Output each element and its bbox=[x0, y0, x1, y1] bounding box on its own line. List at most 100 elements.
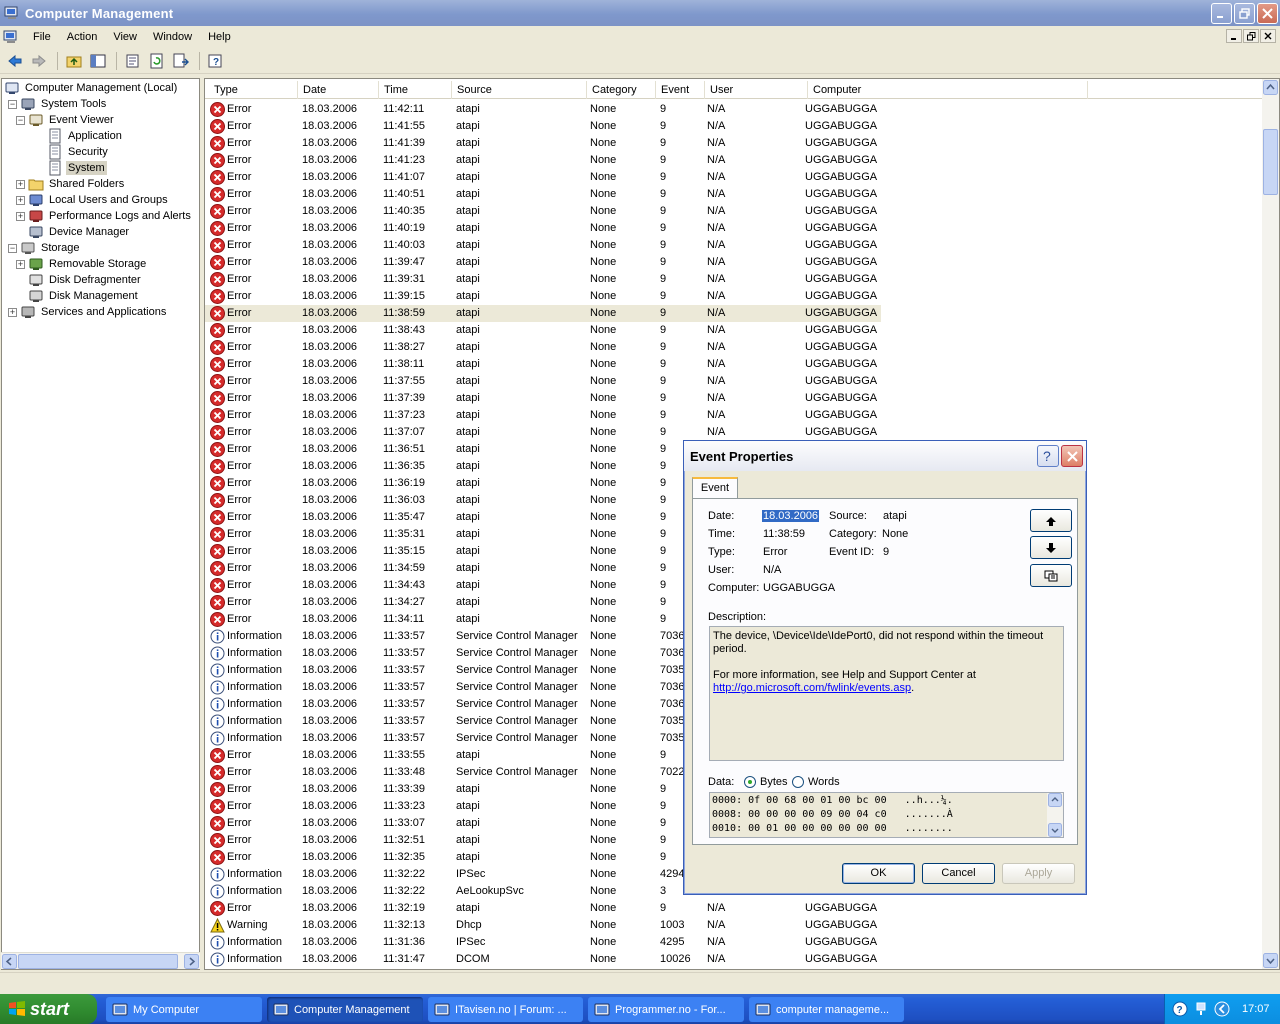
description-text[interactable]: The device, \Device\Ide\IdePort0, did no… bbox=[709, 626, 1064, 761]
network-tray-icon[interactable] bbox=[1194, 1001, 1208, 1017]
menu-window[interactable]: Window bbox=[145, 27, 200, 47]
menu-action[interactable]: Action bbox=[59, 27, 106, 47]
minimize-button[interactable] bbox=[1211, 3, 1232, 24]
tree-item-device-manager[interactable]: Device Manager bbox=[16, 224, 131, 240]
event-row[interactable]: Error 18.03.2006 11:38:43 atapi None 9 N/A UGGA… bbox=[205, 322, 1262, 339]
column-header-category[interactable]: Category bbox=[587, 81, 656, 99]
scroll-thumb[interactable] bbox=[1263, 129, 1278, 195]
event-row[interactable]: Error 18.03.2006 11:38:11 atapi None 9 N/A UGGA… bbox=[205, 356, 1262, 373]
help-tray-icon[interactable]: ? bbox=[1172, 1001, 1188, 1017]
refresh-button[interactable] bbox=[146, 50, 168, 72]
tree-item-application[interactable]: Application bbox=[35, 128, 124, 144]
taskbar-button[interactable]: ITavisen.no | Forum: ... bbox=[428, 997, 583, 1022]
column-header-user[interactable]: User bbox=[705, 81, 808, 99]
tree-item-computer-management-local[interactable]: Computer Management (Local) bbox=[4, 80, 179, 96]
help-link[interactable]: http://go.microsoft.com/fwlink/events.as… bbox=[713, 682, 911, 694]
column-header-time[interactable]: Time bbox=[379, 81, 452, 99]
expand-icon[interactable]: + bbox=[8, 307, 17, 317]
tree-item-local-users-and-groups[interactable]: + Local Users and Groups bbox=[16, 192, 170, 208]
event-row[interactable]: Error 18.03.2006 11:40:19 atapi None 9 N/A UGGA… bbox=[205, 220, 1262, 237]
apply-button[interactable]: Apply bbox=[1002, 863, 1075, 884]
tree-item-performance-logs-and-alerts[interactable]: + Performance Logs and Alerts bbox=[16, 208, 193, 224]
event-row[interactable]: Error 18.03.2006 11:39:31 atapi None 9 N/A UGGA… bbox=[205, 271, 1262, 288]
scroll-up-icon[interactable] bbox=[1048, 793, 1062, 807]
event-row[interactable]: Error 18.03.2006 11:38:27 atapi None 9 N/A UGGA… bbox=[205, 339, 1262, 356]
taskbar-button[interactable]: My Computer bbox=[106, 997, 262, 1022]
event-row[interactable]: Error 18.03.2006 11:32:19 atapi None 9 N/A UGGA… bbox=[205, 900, 1262, 917]
event-row[interactable]: Error 18.03.2006 11:41:55 atapi None 9 N/A UGGA… bbox=[205, 118, 1262, 135]
taskbar-button[interactable]: Programmer.no - For... bbox=[588, 997, 744, 1022]
copy-event-button[interactable] bbox=[1030, 564, 1072, 587]
dialog-help-button[interactable]: ? bbox=[1037, 445, 1059, 467]
back-button[interactable] bbox=[4, 50, 26, 72]
scroll-left-icon[interactable] bbox=[2, 954, 17, 969]
column-header-date[interactable]: Date bbox=[298, 81, 379, 99]
taskbar-button[interactable]: computer manageme... bbox=[749, 997, 904, 1022]
event-row[interactable]: Error 18.03.2006 11:41:23 atapi None 9 N/A UGGA… bbox=[205, 152, 1262, 169]
event-row[interactable]: Error 18.03.2006 11:37:07 atapi None 9 N/A UGGA… bbox=[205, 424, 1262, 441]
event-row[interactable]: Error 18.03.2006 11:37:23 atapi None 9 N/A UGGA… bbox=[205, 407, 1262, 424]
tree-item-disk-management[interactable]: Disk Management bbox=[16, 288, 140, 304]
tree-item-services-and-applications[interactable]: + Services and Applications bbox=[8, 304, 168, 320]
scroll-down-icon[interactable] bbox=[1263, 953, 1278, 968]
collapse-icon[interactable]: − bbox=[16, 115, 25, 125]
scroll-thumb[interactable] bbox=[18, 954, 178, 969]
event-row[interactable]: Warning 18.03.2006 11:32:13 Dhcp None 1003 N/A… bbox=[205, 917, 1262, 934]
tree-item-removable-storage[interactable]: + Removable Storage bbox=[16, 256, 148, 272]
show-hide-tree-button[interactable] bbox=[87, 50, 109, 72]
collapse-icon[interactable]: − bbox=[8, 99, 17, 109]
restore-button[interactable] bbox=[1234, 3, 1255, 24]
scroll-up-icon[interactable] bbox=[1263, 80, 1278, 95]
start-button[interactable]: start bbox=[0, 994, 97, 1024]
tree-horizontal-scrollbar[interactable] bbox=[1, 952, 200, 969]
menu-view[interactable]: View bbox=[105, 27, 145, 47]
event-row[interactable]: Error 18.03.2006 11:37:55 atapi None 9 N/A UGGA… bbox=[205, 373, 1262, 390]
event-row[interactable]: Error 18.03.2006 11:41:07 atapi None 9 N/A UGGA… bbox=[205, 169, 1262, 186]
event-row[interactable]: Error 18.03.2006 11:40:35 atapi None 9 N/A UGGA… bbox=[205, 203, 1262, 220]
properties-button[interactable] bbox=[122, 50, 144, 72]
data-scrollbar[interactable] bbox=[1047, 793, 1063, 837]
event-row[interactable]: Error 18.03.2006 11:37:39 atapi None 9 N/A UGGA… bbox=[205, 390, 1262, 407]
dialog-close-button[interactable] bbox=[1061, 445, 1083, 467]
ok-button[interactable]: OK bbox=[842, 863, 915, 884]
tab-event[interactable]: Event bbox=[692, 477, 738, 499]
column-header-type[interactable]: Type bbox=[209, 81, 298, 99]
previous-event-button[interactable] bbox=[1030, 509, 1072, 532]
taskbar-button[interactable]: Computer Management bbox=[267, 997, 423, 1022]
tree-item-system-tools[interactable]: − System Tools bbox=[8, 96, 108, 112]
expand-icon[interactable]: + bbox=[16, 211, 25, 221]
event-row[interactable]: Error 18.03.2006 11:39:15 atapi None 9 N/A UGGA… bbox=[205, 288, 1262, 305]
event-row[interactable]: Information 18.03.2006 11:31:47 DCOM None 100… bbox=[205, 951, 1262, 968]
window-titlebar[interactable]: Computer Management bbox=[0, 0, 1280, 26]
system-menu-icon[interactable] bbox=[3, 29, 19, 45]
data-hex-view[interactable]: 0000: 0f 00 68 00 01 00 bc 00 ..h...¼. 0… bbox=[709, 792, 1064, 838]
bytes-radio[interactable] bbox=[744, 776, 756, 788]
menu-file[interactable]: File bbox=[25, 27, 59, 47]
event-row[interactable]: Error 18.03.2006 11:40:03 atapi None 9 N/A UGGA… bbox=[205, 237, 1262, 254]
column-header-source[interactable]: Source bbox=[452, 81, 587, 99]
event-row[interactable]: Error 18.03.2006 11:41:39 atapi None 9 N/A UGGA… bbox=[205, 135, 1262, 152]
next-event-button[interactable] bbox=[1030, 536, 1072, 559]
tree-item-storage[interactable]: − Storage bbox=[8, 240, 82, 256]
dialog-titlebar[interactable]: Event Properties ? bbox=[684, 441, 1086, 471]
mdi-minimize-button[interactable] bbox=[1226, 29, 1242, 43]
menu-help[interactable]: Help bbox=[200, 27, 239, 47]
column-header-computer[interactable]: Computer bbox=[808, 81, 1088, 99]
words-radio[interactable] bbox=[792, 776, 804, 788]
date-value[interactable]: 18.03.2006 bbox=[762, 510, 820, 522]
event-row[interactable]: Information 18.03.2006 11:31:36 IPSec None 42… bbox=[205, 934, 1262, 951]
scroll-down-icon[interactable] bbox=[1048, 823, 1062, 837]
column-header-event[interactable]: Event bbox=[656, 81, 705, 99]
tree-item-security[interactable]: Security bbox=[35, 144, 110, 160]
help-button[interactable]: ? bbox=[205, 50, 227, 72]
event-row[interactable]: Error 18.03.2006 11:40:51 atapi None 9 N/A UGGA… bbox=[205, 186, 1262, 203]
tree-item-system[interactable]: System bbox=[35, 160, 107, 176]
expand-icon[interactable]: + bbox=[16, 259, 25, 269]
close-button[interactable] bbox=[1257, 3, 1278, 24]
mdi-close-button[interactable] bbox=[1260, 29, 1276, 43]
mdi-restore-button[interactable] bbox=[1243, 29, 1259, 43]
event-row[interactable]: Error 18.03.2006 11:38:59 atapi None 9 N/A UGGA… bbox=[205, 305, 881, 322]
collapse-icon[interactable]: − bbox=[8, 243, 17, 253]
cancel-button[interactable]: Cancel bbox=[922, 863, 995, 884]
export-list-button[interactable] bbox=[170, 50, 192, 72]
